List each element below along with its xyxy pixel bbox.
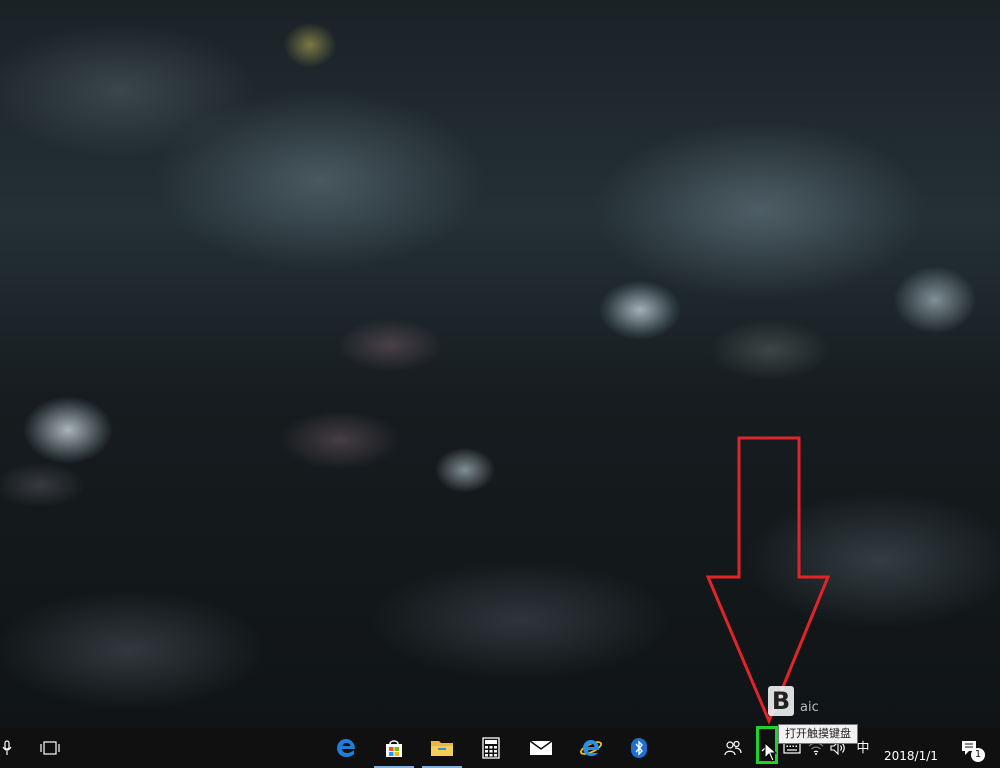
microphone-icon bbox=[2, 740, 12, 755]
keyboard-tooltip: 打开触摸键盘 bbox=[778, 724, 858, 744]
task-view-button[interactable] bbox=[28, 728, 72, 768]
input-method-label: 中 bbox=[856, 740, 870, 756]
people-button[interactable] bbox=[720, 728, 746, 768]
notification-badge: 1 bbox=[971, 748, 985, 762]
taskbar-date[interactable]: 2018/1/1 bbox=[884, 749, 938, 763]
taskbar-app-file-explorer[interactable] bbox=[418, 728, 466, 768]
annotation-arrow bbox=[705, 436, 831, 725]
edge-icon bbox=[337, 739, 355, 757]
people-icon bbox=[724, 740, 742, 756]
ie-icon bbox=[579, 740, 603, 756]
taskbar-app-store[interactable] bbox=[370, 728, 418, 768]
watermark-logo: B bbox=[768, 686, 794, 716]
taskbar-app-edge[interactable] bbox=[322, 728, 370, 768]
action-center-button[interactable]: 1 bbox=[954, 728, 985, 768]
bluetooth-icon bbox=[631, 738, 647, 758]
taskbar-app-calculator[interactable] bbox=[467, 728, 515, 768]
cortana-mic-button[interactable] bbox=[0, 728, 14, 768]
mouse-cursor-icon bbox=[764, 742, 778, 762]
folder-icon bbox=[431, 741, 453, 756]
watermark-text: aic bbox=[800, 700, 819, 715]
task-view-icon bbox=[40, 741, 60, 755]
mail-icon bbox=[529, 740, 553, 755]
store-icon bbox=[386, 740, 402, 757]
taskbar-app-mail[interactable] bbox=[517, 728, 565, 768]
calculator-icon bbox=[482, 737, 500, 759]
taskbar-app-internet-explorer[interactable] bbox=[567, 728, 615, 768]
taskbar-app-bluetooth[interactable] bbox=[615, 728, 663, 768]
